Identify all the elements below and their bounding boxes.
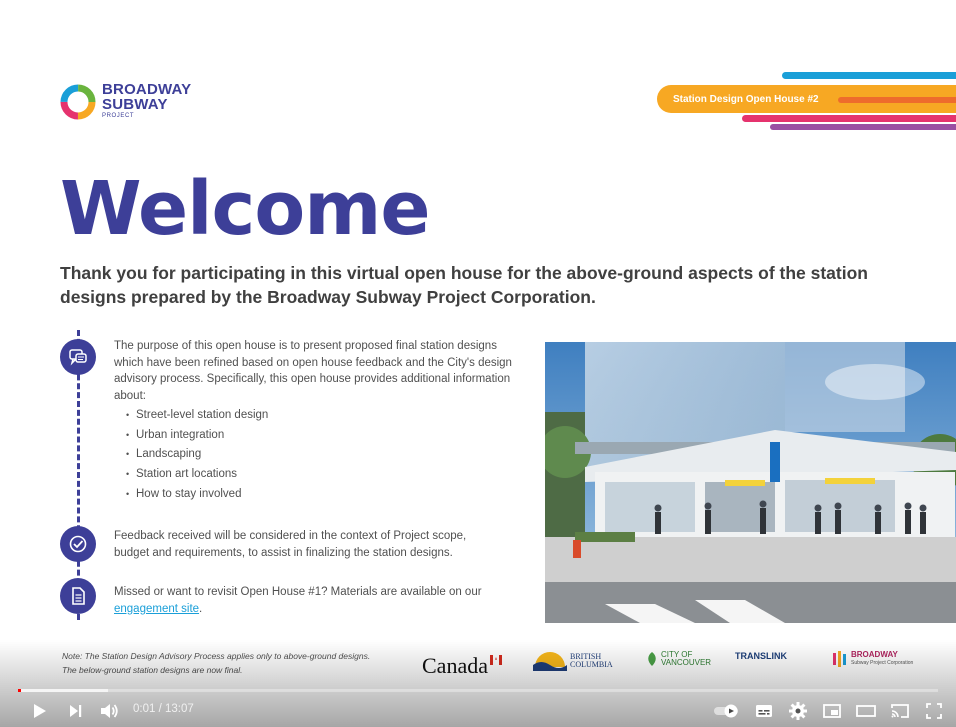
fullscreen-icon	[926, 703, 942, 719]
intro-paragraph: The purpose of this open house is to pre…	[114, 340, 512, 402]
play-icon	[34, 704, 46, 718]
logo-text-subway: SUBWAY	[102, 96, 168, 113]
cast-icon	[891, 704, 909, 718]
missed-suffix: .	[199, 602, 203, 615]
translink-wordmark: TRANSLINK	[735, 651, 787, 661]
checkmark-icon	[60, 526, 96, 562]
canada-flag-icon	[489, 655, 502, 665]
logo-text-broadway: BROADWAY	[102, 81, 192, 98]
bsp-line2: Subway Project Corporation	[851, 660, 914, 666]
document-icon	[60, 578, 96, 614]
page-title: Welcome	[60, 166, 431, 252]
logo-text-project: PROJECT	[102, 113, 135, 119]
video-frame[interactable]: BROADWAY SUBWAY PROJECT Station Design O…	[0, 0, 956, 727]
list-item: Station art locations	[126, 465, 268, 485]
next-button[interactable]	[63, 698, 87, 724]
city-of-vancouver-logo: CITY OF VANCOUVER	[645, 651, 711, 667]
bc-line2: COLUMBIA	[570, 660, 613, 669]
bsp-mark-icon	[833, 651, 846, 667]
list-item: How to stay involved	[126, 485, 268, 505]
broadway-subway-corporation-logo: BROADWAY Subway Project Corporation	[832, 651, 913, 667]
miniplayer-button[interactable]	[820, 698, 844, 724]
progress-buffered	[18, 689, 108, 692]
feedback-paragraph: Feedback received will be considered in …	[114, 530, 467, 559]
next-icon	[70, 705, 82, 717]
page-subtitle: Thank you for participating in this virt…	[60, 263, 868, 307]
missed-text: Missed or want to revisit Open House #1?…	[114, 586, 482, 598]
van-line2: VANCOUVER	[661, 658, 712, 667]
list-item: Urban integration	[126, 426, 268, 446]
broadway-subway-logo: BROADWAY SUBWAY PROJECT	[58, 82, 191, 122]
decorative-stripe-blue	[782, 72, 956, 79]
theater-icon	[856, 705, 876, 717]
autoplay-toggle[interactable]	[714, 704, 742, 718]
cast-button[interactable]	[888, 698, 912, 724]
canada-logo: Canada	[422, 653, 502, 679]
subtitles-icon	[756, 705, 772, 717]
engagement-site-link[interactable]: engagement site	[114, 603, 199, 615]
volume-button[interactable]	[96, 698, 122, 724]
play-button[interactable]	[26, 698, 52, 724]
volume-icon	[101, 704, 118, 718]
station-rendering-image	[545, 342, 956, 623]
list-item: Landscaping	[126, 445, 268, 465]
british-columbia-logo: BRITISH COLUMBIA	[533, 651, 613, 671]
progress-played	[18, 689, 21, 692]
settings-button[interactable]	[786, 698, 810, 724]
logo-ring-icon	[60, 84, 96, 120]
theater-mode-button[interactable]	[854, 698, 878, 724]
bc-sun-icon	[533, 652, 567, 671]
time-display: 0:01 / 13:07	[133, 703, 194, 715]
progress-bar[interactable]	[18, 689, 938, 692]
decorative-stripe-red	[742, 115, 956, 122]
missed-paragraph: Missed or want to revisit Open House #1?…	[114, 584, 494, 617]
gear-icon	[789, 702, 807, 720]
subtitles-button[interactable]	[752, 698, 776, 724]
translink-logo: TRANSLINK	[735, 651, 787, 661]
open-house-badge: Station Design Open House #2	[673, 94, 819, 105]
vancouver-leaf-icon	[648, 652, 656, 666]
decorative-stripe-purple	[770, 124, 956, 130]
chat-icon	[60, 339, 96, 375]
footnote: Note: The Station Design Advisory Proces…	[62, 651, 371, 675]
topics-list: Street-level station design Urban integr…	[126, 406, 268, 505]
bsp-line1: BROADWAY	[851, 650, 898, 659]
miniplayer-icon	[823, 704, 841, 718]
fullscreen-button[interactable]	[922, 698, 946, 724]
list-item: Street-level station design	[126, 406, 268, 426]
decorative-stripe-inner	[838, 97, 956, 103]
canada-wordmark: Canada	[422, 653, 488, 678]
